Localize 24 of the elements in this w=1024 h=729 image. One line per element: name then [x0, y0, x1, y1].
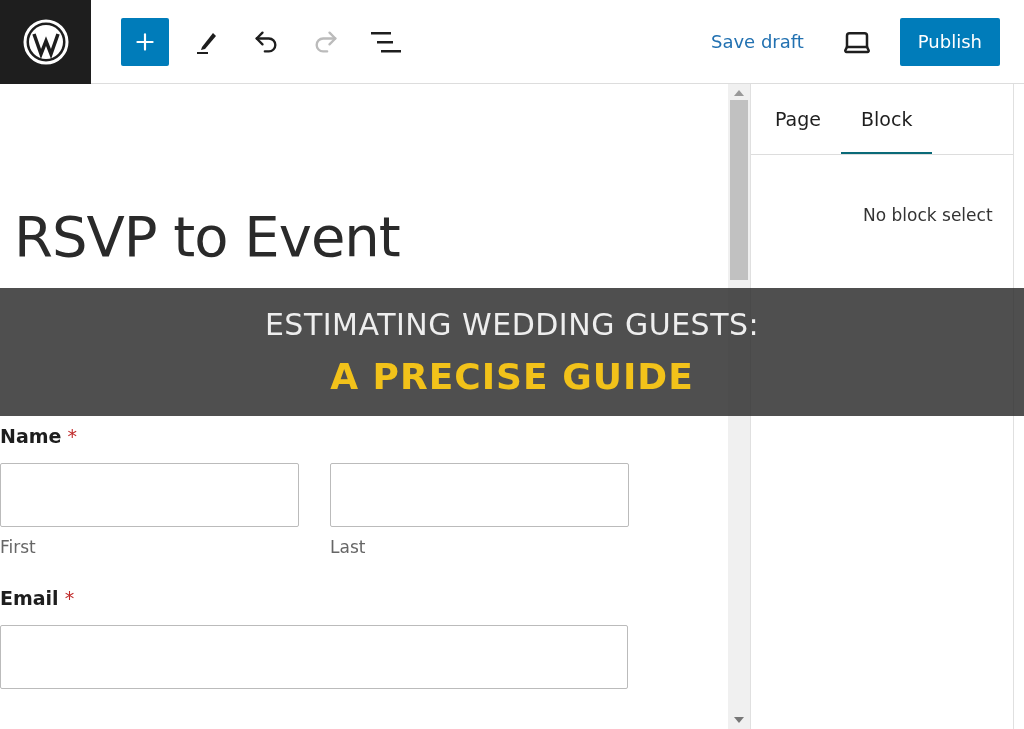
publish-button[interactable]: Publish	[899, 17, 1000, 66]
add-block-button[interactable]	[121, 17, 169, 66]
save-draft-link[interactable]: Save draft	[705, 30, 810, 53]
field-label: Email	[0, 587, 59, 609]
input-field[interactable]	[0, 625, 628, 689]
field-label: Name	[0, 425, 62, 447]
sidebar-tab[interactable]: Page	[755, 84, 841, 154]
empty-message: No block select	[863, 205, 993, 225]
required-mark: *	[67, 425, 77, 447]
sidebar-tab[interactable]: Block	[841, 84, 933, 154]
input-sublabel: Last	[330, 537, 367, 557]
banner-title: ESTIMATING WEDDING GUESTS:	[264, 307, 760, 342]
page-title: RSVP to Event	[14, 204, 401, 269]
logo-icon	[21, 18, 70, 66]
scrollbar-thumb[interactable]	[730, 100, 748, 280]
scroll-down-icon[interactable]	[734, 717, 744, 723]
input-field[interactable]	[330, 463, 629, 527]
input-field[interactable]	[0, 463, 299, 527]
banner-subtitle: A PRECISE GUIDE	[330, 356, 694, 397]
scroll-up-icon[interactable]	[734, 90, 744, 96]
required-mark: *	[64, 587, 75, 609]
list-icon	[371, 30, 401, 53]
input-sublabel: First	[0, 537, 37, 557]
wordpress-logo[interactable]	[0, 0, 91, 84]
